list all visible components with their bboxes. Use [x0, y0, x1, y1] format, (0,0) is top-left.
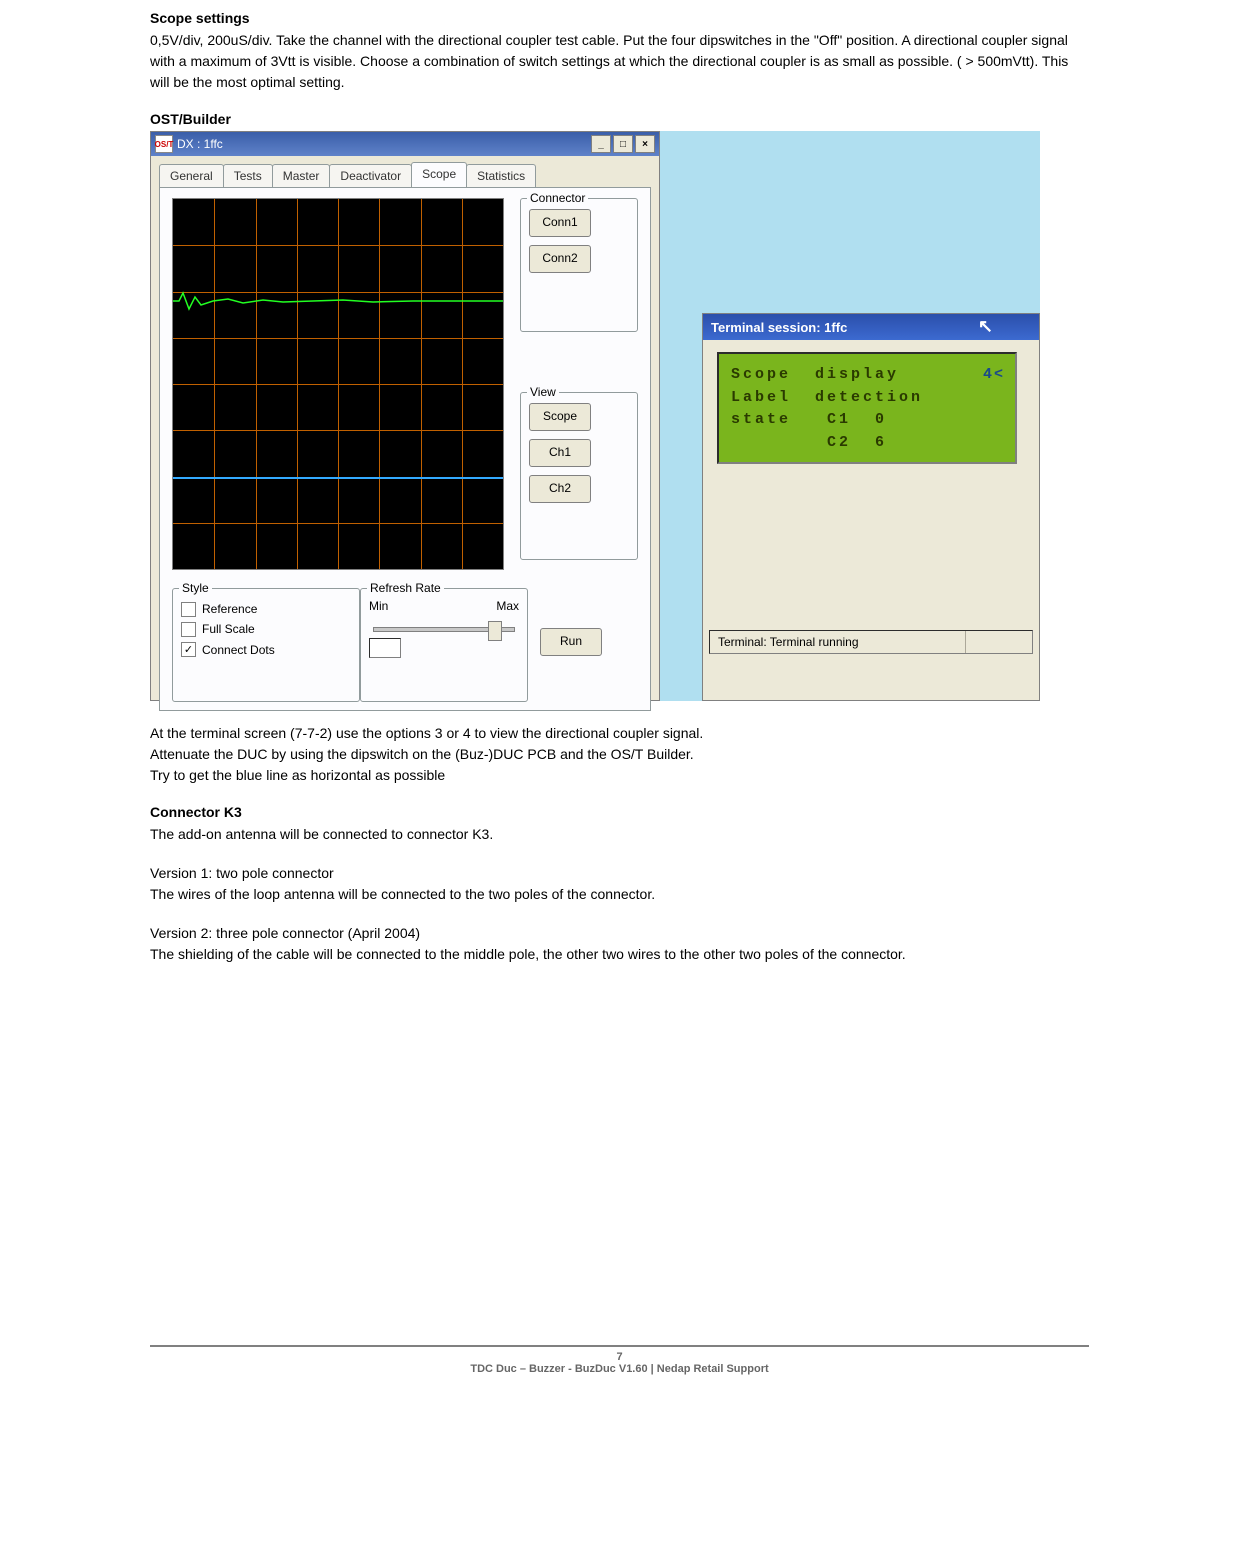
terminal-display: 4< Scope display Label detection state C1…: [717, 352, 1017, 464]
legend-view: View: [527, 385, 559, 399]
slider-thumb[interactable]: [488, 621, 502, 641]
body-after-3: Try to get the blue line as horizontal a…: [150, 765, 1089, 786]
view-scope-button[interactable]: Scope: [529, 403, 591, 431]
cursor-icon: ↖: [978, 316, 993, 337]
tab-row: General Tests Master Deactivator Scope S…: [159, 162, 651, 187]
legend-refresh: Refresh Rate: [367, 581, 444, 595]
window-terminal: Terminal session: 1ffc ↖ 4< Scope display…: [702, 313, 1040, 701]
fieldset-connector: Connector Conn1 Conn2: [520, 198, 638, 332]
legend-style: Style: [179, 581, 212, 595]
view-ch1-button[interactable]: Ch1: [529, 439, 591, 467]
tab-general[interactable]: General: [159, 164, 224, 187]
titlebar-right[interactable]: Terminal session: 1ffc ↖: [703, 314, 1039, 340]
tab-deactivator[interactable]: Deactivator: [329, 164, 412, 187]
statusbar-terminal: Terminal: Terminal running: [709, 630, 1033, 654]
label-reference: Reference: [202, 599, 257, 619]
version2-title: Version 2: three pole connector (April 2…: [150, 923, 1089, 944]
trace-green: [173, 291, 503, 311]
titlebar-left[interactable]: OS/T DX : 1ffc _ □ ×: [151, 132, 659, 156]
trace-blue: [173, 477, 503, 482]
scope-panel: Connector Conn1 Conn2 View Scope Ch1 Ch2…: [159, 187, 651, 711]
checkbox-fullscale[interactable]: [181, 622, 196, 637]
fieldset-refresh: Refresh Rate Min Max: [360, 588, 528, 702]
refresh-slider[interactable]: [373, 627, 515, 632]
label-max: Max: [496, 599, 519, 613]
tab-master[interactable]: Master: [272, 164, 331, 187]
terminal-line-1: Label detection: [731, 389, 923, 406]
conn1-button[interactable]: Conn1: [529, 209, 591, 237]
label-connectdots: Connect Dots: [202, 640, 275, 660]
close-button[interactable]: ×: [635, 135, 655, 153]
run-button[interactable]: Run: [540, 628, 602, 656]
terminal-line-2: state C1 0: [731, 411, 887, 428]
tab-scope[interactable]: Scope: [411, 162, 467, 187]
version1-title: Version 1: two pole connector: [150, 863, 1089, 884]
legend-connector: Connector: [527, 191, 588, 205]
app-icon: OS/T: [155, 135, 173, 153]
status-cell-text: Terminal: Terminal running: [710, 631, 966, 653]
heading-connector-k3: Connector K3: [150, 804, 1089, 820]
terminal-topright: 4<: [983, 364, 1005, 387]
body-scope-settings: 0,5V/div, 200uS/div. Take the channel wi…: [150, 30, 1089, 93]
status-cell-empty: [966, 631, 1032, 653]
terminal-line-0: Scope display: [731, 366, 899, 383]
fieldset-style: Style Reference Full Scale ✓ Connect Dot…: [172, 588, 360, 702]
maximize-button[interactable]: □: [613, 135, 633, 153]
window-title-left: DX : 1ffc: [177, 137, 223, 151]
tab-tests[interactable]: Tests: [223, 164, 273, 187]
refresh-value-input[interactable]: [369, 638, 401, 658]
heading-ost-builder: OST/Builder: [150, 111, 1089, 127]
minimize-button[interactable]: _: [591, 135, 611, 153]
conn2-button[interactable]: Conn2: [529, 245, 591, 273]
label-min: Min: [369, 599, 388, 613]
scope-plot: [172, 198, 504, 570]
footer: 7 TDC Duc – Buzzer - BuzDuc V1.60 | Neda…: [150, 1345, 1089, 1375]
window-title-right: Terminal session: 1ffc: [711, 320, 847, 335]
version1-body: The wires of the loop antenna will be co…: [150, 884, 1089, 905]
heading-scope-settings: Scope settings: [150, 10, 1089, 26]
screenshot-region: OS/T DX : 1ffc _ □ × General Tests Maste…: [150, 131, 1040, 701]
footer-page: 7: [150, 1351, 1089, 1363]
checkbox-connectdots[interactable]: ✓: [181, 642, 196, 657]
label-fullscale: Full Scale: [202, 619, 255, 639]
checkbox-reference[interactable]: [181, 602, 196, 617]
version2-body: The shielding of the cable will be conne…: [150, 944, 1089, 965]
footer-line: TDC Duc – Buzzer - BuzDuc V1.60 | Nedap …: [150, 1363, 1089, 1375]
fieldset-view: View Scope Ch1 Ch2: [520, 392, 638, 560]
body-after-2: Attenuate the DUC by using the dipswitch…: [150, 744, 1089, 765]
terminal-line-3: C2 6: [731, 434, 887, 451]
body-after-1: At the terminal screen (7-7-2) use the o…: [150, 723, 1089, 744]
window-dx-scope: OS/T DX : 1ffc _ □ × General Tests Maste…: [150, 131, 660, 701]
body-connector-k3: The add-on antenna will be connected to …: [150, 824, 1089, 845]
tab-statistics[interactable]: Statistics: [466, 164, 536, 187]
view-ch2-button[interactable]: Ch2: [529, 475, 591, 503]
